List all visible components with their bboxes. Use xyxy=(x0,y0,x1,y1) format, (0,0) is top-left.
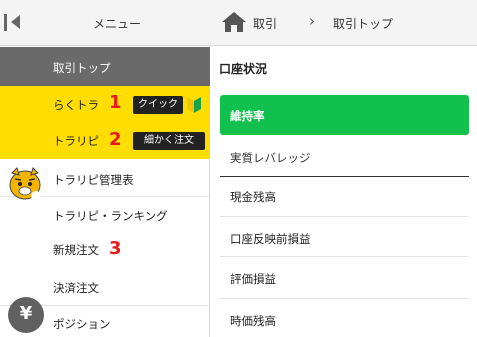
account-item-market-value[interactable]: 時価残高 xyxy=(220,299,469,337)
account-item-effective-leverage[interactable]: 実質レバレッジ xyxy=(220,135,469,177)
account-status-panel: 口座状況 維持率 実質レバレッジ 現金残高 口座反映前損益 評価損益 時価残高 xyxy=(211,47,477,337)
annotation-number-2: 2 xyxy=(109,129,122,150)
tiger-mascot-icon xyxy=(9,167,41,201)
detailed-order-badge: 細かく注文 xyxy=(133,132,205,150)
collapse-menu-icon[interactable] xyxy=(0,0,48,46)
sidebar-item-label: 新規注文 xyxy=(53,243,99,257)
section-title: 口座状況 xyxy=(219,62,268,76)
menu-label: メニュー xyxy=(93,17,142,31)
sidebar-item-trade-top[interactable]: 取引トップ xyxy=(0,47,210,86)
yen-icon: ¥ xyxy=(8,297,44,333)
account-status-list: 維持率 実質レバレッジ 現金残高 口座反映前損益 評価損益 時価残高 xyxy=(217,90,471,337)
quick-badge: クイック xyxy=(133,96,183,114)
account-item-unreflected-pnl[interactable]: 口座反映前損益 xyxy=(220,217,469,257)
sidebar-item-label: トラリピ管理表 xyxy=(53,173,134,187)
sidebar-item-label: トラリピ・ランキング xyxy=(53,209,168,223)
sidebar: 取引トップ らくトラ トラリピ トラリピ管理表 トラリピ・ランキング 新規注文 … xyxy=(0,47,210,337)
annotation-number-3: 3 xyxy=(109,238,122,259)
sidebar-item-new-order[interactable]: 新規注文 xyxy=(0,233,210,270)
sidebar-item-label: トラリピ xyxy=(53,134,99,148)
home-icon[interactable] xyxy=(221,11,247,33)
beginner-mark-icon xyxy=(187,97,201,113)
annotation-number-1: 1 xyxy=(109,92,122,113)
top-bar: メニュー 取引 › 取引トップ xyxy=(0,0,477,46)
chevron-right-icon: › xyxy=(309,12,315,30)
account-item-valuation-pnl[interactable]: 評価損益 xyxy=(220,257,469,299)
sidebar-item-label: 取引トップ xyxy=(53,61,111,75)
account-item-cash-balance[interactable]: 現金残高 xyxy=(220,177,469,217)
account-item-maintenance-rate[interactable]: 維持率 xyxy=(220,95,469,135)
sidebar-item-label: ポジション xyxy=(53,317,111,331)
breadcrumb-trade[interactable]: 取引 xyxy=(253,15,277,32)
sidebar-item-label: らくトラ xyxy=(53,98,99,112)
sidebar-item-label: 決済注文 xyxy=(53,281,99,295)
breadcrumb-trade-top: 取引トップ xyxy=(333,17,394,31)
